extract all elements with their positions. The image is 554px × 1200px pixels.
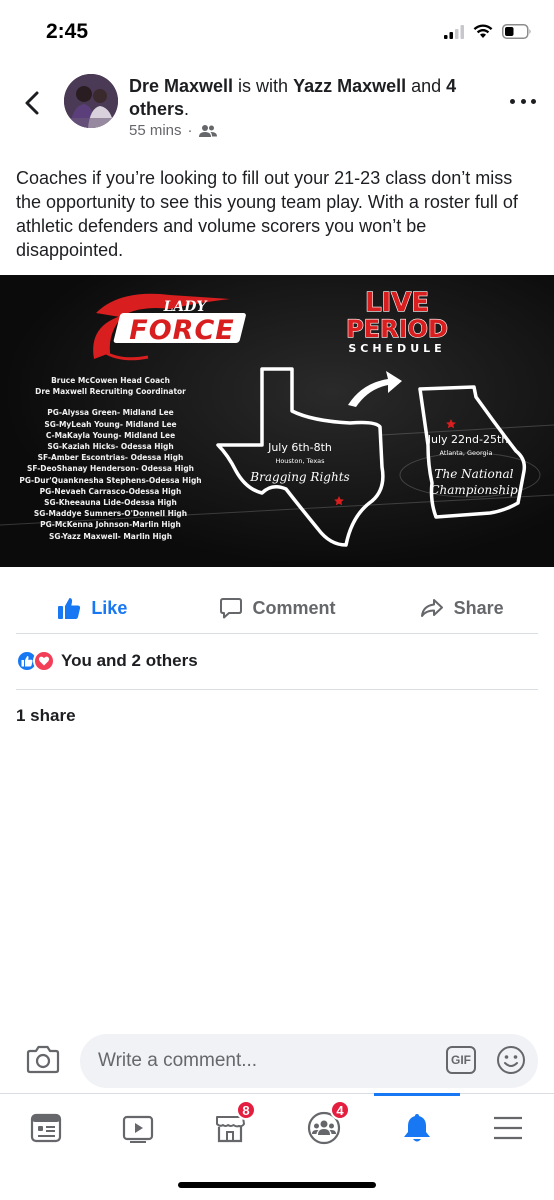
coach-line: Bruce McCowen Head Coach [51,375,170,385]
headline-live: LIVE [365,288,429,318]
marketplace-badge: 8 [236,1100,256,1120]
battery-icon [502,24,531,39]
watch-icon [122,1115,154,1143]
profile-photo [64,74,118,128]
status-icons [444,24,532,39]
more-options-button[interactable] [510,94,536,108]
roster-item: SF-Amber Escontrias- Odessa High [37,452,184,463]
dot [531,98,536,104]
roster-item: SG-Yazz Maxwell- Marlin High [48,530,173,541]
with-text: is with [233,76,294,96]
notifications-icon [404,1114,430,1142]
tagged-name[interactable]: Yazz Maxwell [293,76,406,96]
logo-force: FORCE [129,315,234,346]
nav-notifications[interactable] [397,1108,437,1148]
share-count[interactable]: 1 share [16,706,76,726]
gif-button[interactable]: GIF [446,1046,476,1074]
roster-item: SG-Kheeauna Lide-Odessa High [44,497,177,508]
smiley-icon [497,1046,525,1074]
divider [16,689,538,690]
post-title: Dre Maxwell is with Yazz Maxwell and 4 o… [129,75,489,121]
title-period: . [184,99,190,119]
roster-list: Bruce McCowen Head Coach Dre Maxwell Rec… [8,375,213,542]
roster-item: SG-Kaziah Hicks- Odessa High [47,441,174,452]
wifi-icon [473,24,493,38]
status-bar: 2:45 [0,0,554,66]
roster-item: PG-McKenna Johnson-Marlin High [40,519,181,530]
nav-groups[interactable]: 4 [304,1100,350,1148]
meta-separator: · [187,122,193,139]
roster-item: SG-MyLeah Young- Midland Lee [44,418,177,429]
post-actions: Like Comment Share [0,586,554,630]
roster-item: SG-Maddye Sumners-O'Donnell High [33,508,188,519]
friends-icon [198,124,217,137]
nav-marketplace[interactable]: 8 [210,1100,256,1148]
share-label: Share [453,597,504,618]
emoji-button[interactable] [496,1045,526,1075]
reactions-text: You and 2 others [61,651,198,670]
signal-icon [444,24,464,39]
author-name[interactable]: Dre Maxwell [129,76,233,96]
post-time[interactable]: 55 mins [129,122,182,139]
comment-bar: GIF [0,1030,554,1092]
post-meta: 55 mins · [129,122,217,139]
camera-icon [26,1045,60,1074]
event1-date: July 6th-8th [267,441,332,454]
roster-item: PG-Alyssa Green- Midland Lee [47,407,174,418]
dot [510,98,515,104]
roster-item: PG-Dur'Quanknesha Stephens-Odessa High [19,474,202,485]
headline: LIVE PERIOD SCHEDULE [346,287,449,355]
back-button[interactable] [18,88,48,118]
share-icon [420,599,443,617]
roster-item: C-MaKayla Young- Midland Lee [45,429,176,440]
post-text: Coaches if you’re looking to fill out yo… [16,168,518,260]
like-button[interactable]: Like [0,586,185,630]
like-label: Like [91,597,128,618]
headline-period: PERIOD [346,315,448,343]
post-header: Dre Maxwell is with Yazz Maxwell and 4 o… [0,66,554,148]
menu-icon [494,1116,522,1140]
star-icon [334,496,344,506]
star-icon [446,419,456,429]
coach-line: Dre Maxwell Recruiting Coordinator [35,386,186,397]
lady-force-logo: LADY FORCE [93,293,246,361]
divider [16,633,538,634]
share-button[interactable]: Share [369,586,554,630]
event1-place: Houston, Texas [275,457,325,465]
groups-badge: 4 [330,1100,350,1120]
and-text: and [406,76,447,96]
reactions-summary[interactable]: You and 2 others [16,650,198,672]
event2-date: July 22nd-25th [427,433,509,446]
event2-name-line2: Championship [430,483,518,497]
active-tab-indicator [374,1093,460,1096]
nav-watch[interactable] [118,1108,158,1148]
comment-button[interactable]: Comment [185,586,370,630]
status-time: 2:45 [46,20,89,43]
comment-label: Comment [252,597,336,618]
thumbs-up-icon [58,598,81,619]
arrow-icon [348,371,402,407]
chevron-left-icon [25,91,39,115]
event2-place: Atlanta, Georgia [440,449,493,457]
home-indicator[interactable] [178,1182,376,1188]
post-image[interactable]: LADY FORCE LIVE PERIOD SCHEDULE July 6th… [0,275,554,567]
dot [520,98,526,104]
nav-menu[interactable] [488,1108,528,1148]
coach-list: Bruce McCowen Head Coach Dre Maxwell Rec… [8,375,213,397]
camera-button[interactable] [26,1044,60,1074]
roster-item: PG-Nevaeh Carrasco-Odessa High [39,485,182,496]
comment-icon [219,598,242,619]
roster-item: SF-DeoShanay Henderson- Odessa High [26,463,195,474]
love-reaction-icon [33,650,55,672]
event1-name: Bragging Rights [249,470,349,484]
event2-name-line1: The National [435,467,514,481]
logo-lady: LADY [163,299,209,315]
headline-schedule: SCHEDULE [348,342,445,355]
news-feed-icon [30,1113,62,1143]
avatar[interactable] [64,74,118,128]
nav-news-feed[interactable] [26,1108,66,1148]
